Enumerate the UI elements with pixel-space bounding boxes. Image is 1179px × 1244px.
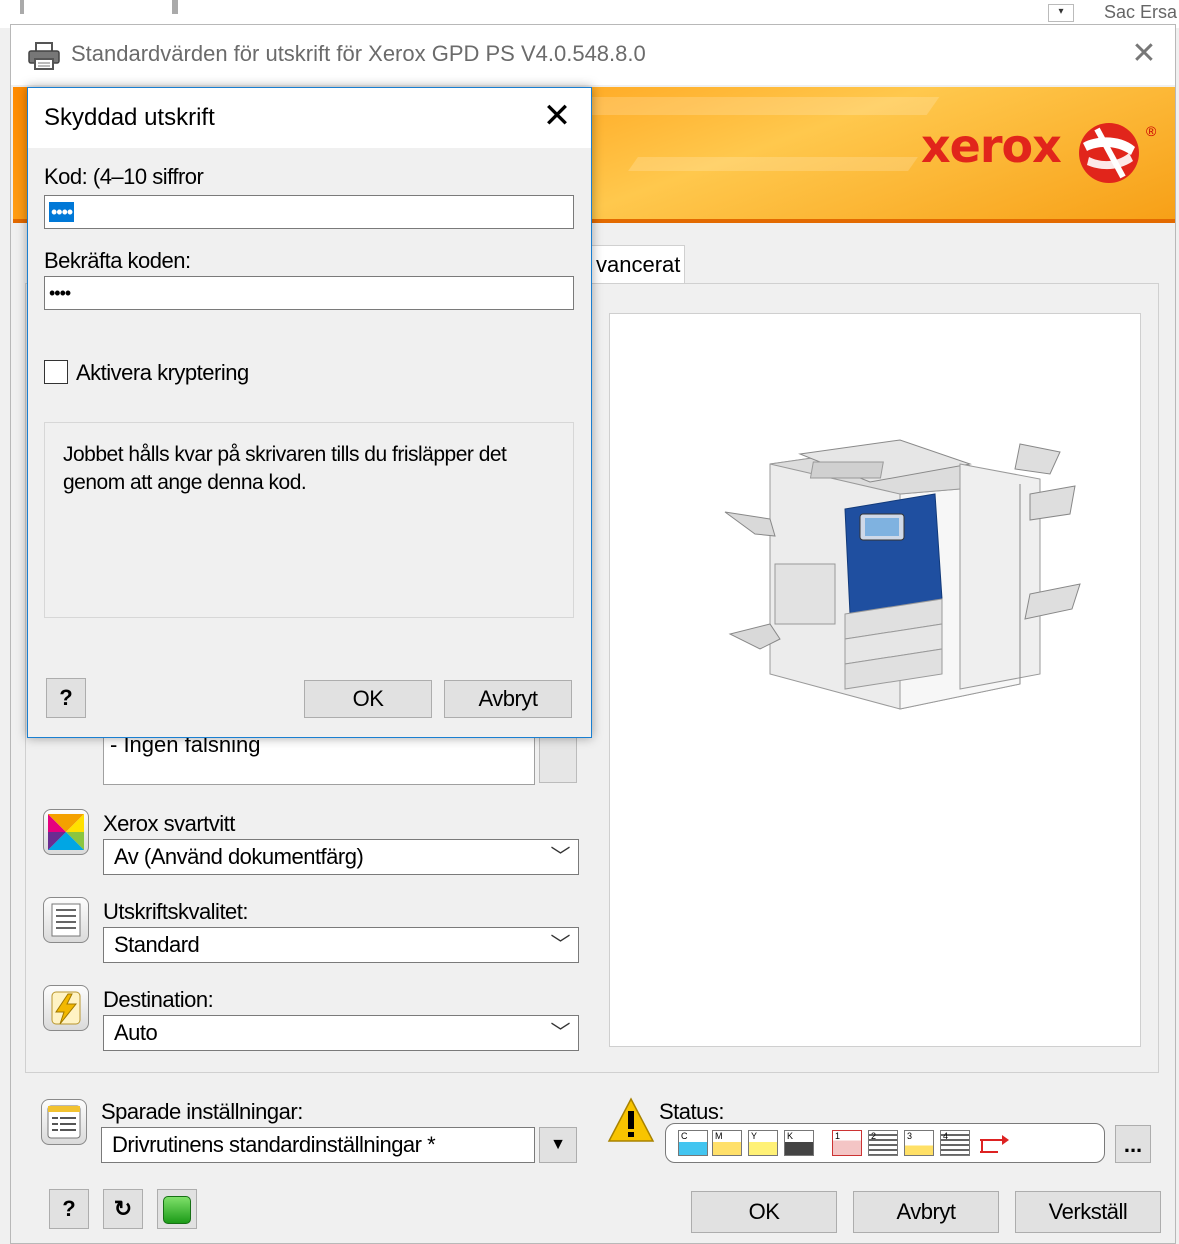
- saved-settings-select[interactable]: Drivrutinens standardinställningar *: [101, 1127, 535, 1163]
- apply-button[interactable]: Verkställ: [1015, 1191, 1161, 1233]
- print-quality-label: Utskriftskvalitet:: [103, 899, 249, 924]
- status-label: Status:: [659, 1099, 724, 1124]
- window-titlebar: Standardvärden för utskrift för Xerox GP…: [11, 25, 1175, 85]
- status-indicator-bar[interactable]: C M Y K 1 2 3 4: [665, 1123, 1105, 1163]
- encrypt-label: Aktivera kryptering: [76, 360, 249, 385]
- warning-icon: [607, 1097, 655, 1142]
- xerox-logo-text: xerox: [921, 119, 1062, 173]
- background-fragment-text: Sac Ersa: [1104, 2, 1178, 22]
- color-mode-label: Xerox svartvitt: [103, 811, 235, 836]
- chevron-down-icon: ﹀: [550, 846, 571, 868]
- dialog-title: Skyddad utskrift: [44, 104, 215, 131]
- close-icon[interactable]: ✕: [539, 98, 575, 134]
- code-label: Kod: (4–10 siffror: [44, 164, 204, 189]
- code-input-value: ••••: [49, 202, 75, 222]
- printer-preview-panel: [609, 313, 1141, 1047]
- info-panel: Jobbet hålls kvar på skrivaren tills du …: [44, 422, 574, 618]
- reset-icon: ↻: [113, 1196, 133, 1221]
- chevron-down-icon: ﹀: [550, 934, 571, 956]
- code-input[interactable]: ••••: [44, 195, 574, 229]
- reset-button[interactable]: ↻: [103, 1189, 143, 1229]
- saved-settings-dropdown-button[interactable]: ▼: [539, 1127, 577, 1163]
- color-mode-icon: [43, 809, 89, 855]
- destination-select[interactable]: Auto ﹀: [103, 1015, 579, 1051]
- printer-illustration-icon: [724, 439, 1081, 710]
- ok-button[interactable]: OK: [691, 1191, 837, 1233]
- output-tray-arrow-icon: [980, 1135, 1009, 1153]
- encrypt-checkbox[interactable]: [44, 360, 68, 384]
- print-quality-icon: [43, 897, 89, 943]
- printer-icon: [28, 42, 60, 70]
- status-more-button[interactable]: ...: [1115, 1125, 1151, 1163]
- cyan-cartridge-icon: C: [678, 1130, 708, 1156]
- magenta-cartridge-warning-icon: M: [712, 1130, 742, 1156]
- dialog-cancel-button[interactable]: Avbryt: [444, 680, 572, 718]
- close-icon[interactable]: ✕: [1127, 37, 1161, 71]
- dialog-titlebar: Skyddad utskrift ✕: [28, 88, 591, 148]
- background-dropdown-icon: ▾: [1048, 4, 1074, 22]
- print-quality-value: Standard: [114, 932, 200, 957]
- chevron-down-icon: ﹀: [550, 1022, 571, 1044]
- saved-settings-value: Drivrutinens standardinställningar *: [112, 1132, 436, 1157]
- background-divider: [172, 0, 178, 14]
- yellow-cartridge-icon: Y: [748, 1130, 778, 1156]
- tray-4-icon: 4: [940, 1130, 970, 1156]
- background-divider: [20, 0, 24, 14]
- confirm-code-value: ••••: [49, 283, 71, 303]
- listbox-scrollbar[interactable]: [539, 735, 577, 783]
- eco-mode-button[interactable]: [157, 1189, 197, 1229]
- eco-green-icon: [163, 1196, 191, 1224]
- info-text: Jobbet hålls kvar på skrivaren tills du …: [63, 443, 507, 494]
- color-mode-select[interactable]: Av (Använd dokumentfärg) ﹀: [103, 839, 579, 875]
- registered-mark-icon: ®: [1146, 123, 1157, 139]
- print-quality-select[interactable]: Standard ﹀: [103, 927, 579, 963]
- tray-1-icon: 1: [832, 1130, 862, 1156]
- tray-2-icon: 2: [868, 1130, 898, 1156]
- help-button[interactable]: ?: [49, 1189, 89, 1229]
- confirm-code-label: Bekräfta koden:: [44, 248, 191, 273]
- banner-stripe: [566, 97, 940, 115]
- saved-settings-icon: [41, 1099, 87, 1145]
- cancel-button[interactable]: Avbryt: [853, 1191, 999, 1233]
- xerox-ball-logo-icon: [1079, 123, 1139, 183]
- banner-stripe: [628, 157, 918, 171]
- destination-label: Destination:: [103, 987, 214, 1012]
- saved-settings-label: Sparade inställningar:: [101, 1099, 303, 1124]
- tab-advanced[interactable]: vancerat: [589, 245, 685, 283]
- destination-icon: [43, 985, 89, 1031]
- dialog-ok-button[interactable]: OK: [304, 680, 432, 718]
- dialog-help-button[interactable]: ?: [46, 678, 86, 718]
- fold-options-listbox[interactable]: - Ingen falsning: [103, 735, 535, 785]
- black-cartridge-icon: K: [784, 1130, 814, 1156]
- color-mode-value: Av (Använd dokumentfärg): [114, 844, 364, 869]
- destination-value: Auto: [114, 1020, 158, 1045]
- tray-3-icon: 3: [904, 1130, 934, 1156]
- secure-print-dialog: Skyddad utskrift ✕ Kod: (4–10 siffror ••…: [27, 87, 592, 738]
- confirm-code-input[interactable]: ••••: [44, 276, 574, 310]
- window-title: Standardvärden för utskrift för Xerox GP…: [71, 41, 646, 66]
